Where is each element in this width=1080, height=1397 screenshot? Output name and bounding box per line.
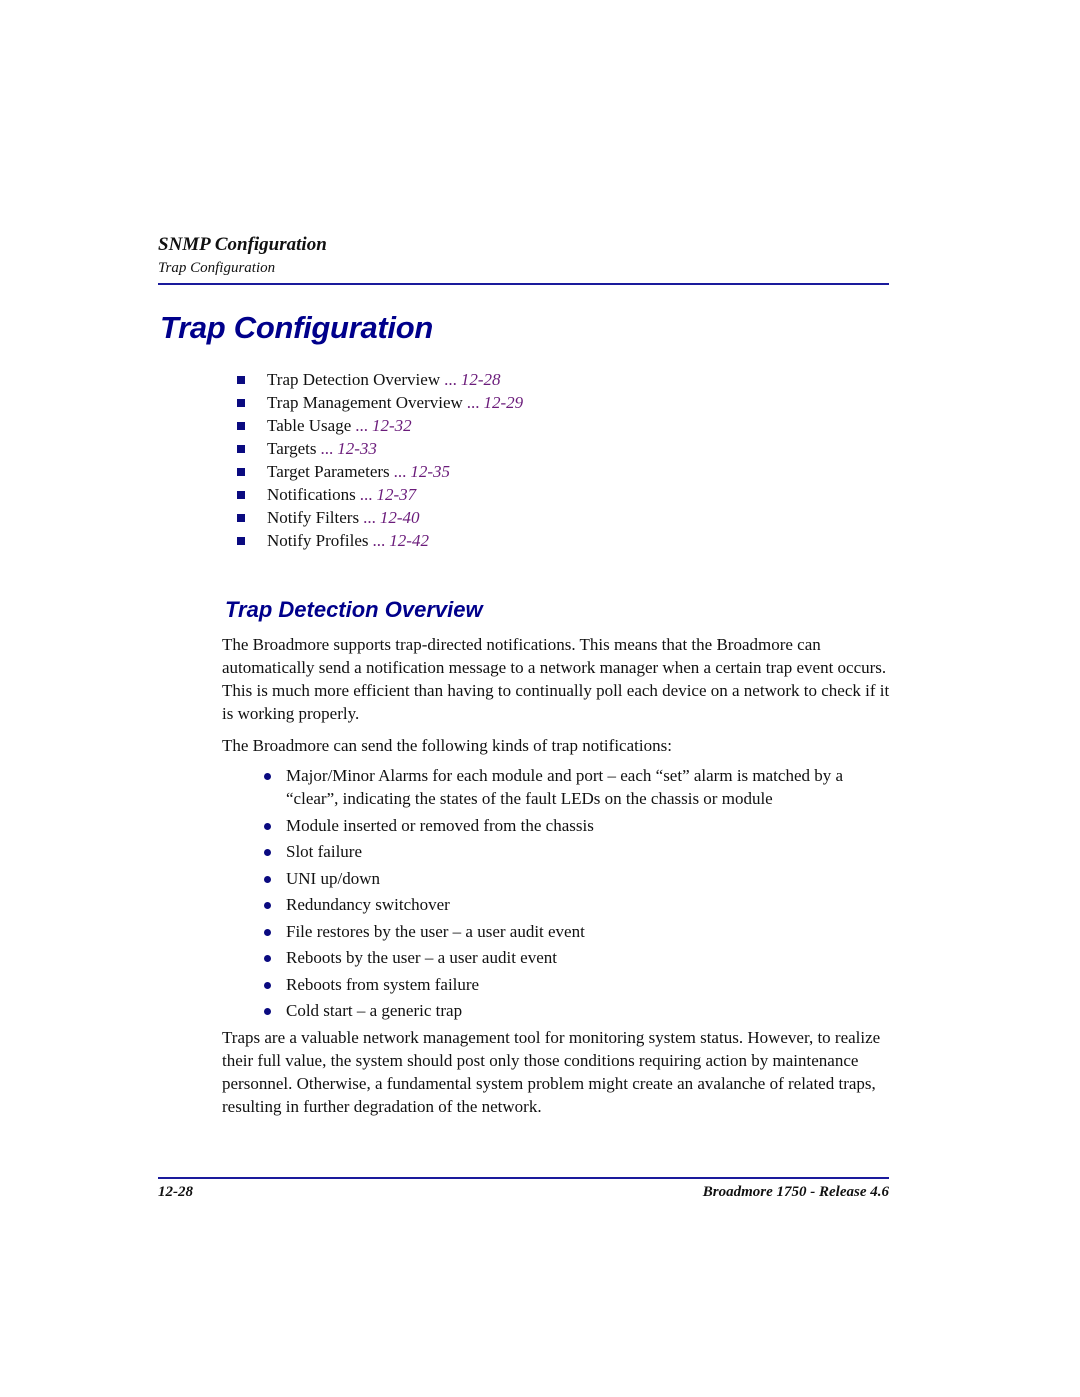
footer-rule xyxy=(158,1177,889,1179)
toc-item[interactable]: Notify Profiles... 12-42 xyxy=(237,529,523,552)
toc-list: Trap Detection Overview... 12-28 Trap Man… xyxy=(237,368,523,552)
round-bullet-icon xyxy=(264,955,271,962)
footer-page-number: 12-28 xyxy=(158,1184,193,1200)
toc-item-label[interactable]: Trap Detection Overview xyxy=(267,368,440,391)
round-bullet-icon xyxy=(264,1008,271,1015)
toc-item-label[interactable]: Trap Management Overview xyxy=(267,391,463,414)
round-bullet-icon xyxy=(264,902,271,909)
toc-item-label[interactable]: Notifications xyxy=(267,483,356,506)
toc-page-link[interactable]: 12-33 xyxy=(337,437,377,460)
toc-page-link[interactable]: 12-40 xyxy=(380,506,420,529)
round-bullet-icon xyxy=(264,928,271,936)
toc-page-link[interactable]: 12-29 xyxy=(484,391,524,414)
toc-leader: ... xyxy=(393,462,407,481)
toc-leader: ... xyxy=(372,531,386,550)
toc-leader: ... xyxy=(359,485,373,504)
toc-item-label[interactable]: Table Usage xyxy=(267,414,351,437)
lead-paragraph: The Broadmore can send the following kin… xyxy=(222,736,672,755)
toc-item[interactable]: Target Parameters... 12-35 xyxy=(237,460,523,483)
toc-leader: ... xyxy=(444,370,457,389)
toc-item-label[interactable]: Notify Filters xyxy=(267,506,359,529)
list-item-text: Reboots from system failure xyxy=(286,974,480,994)
list-item: Reboots by the user – a user audit event xyxy=(262,946,890,969)
toc-page-link[interactable]: 12-35 xyxy=(410,460,450,483)
toc-item[interactable]: Table Usage... 12-32 xyxy=(237,414,523,437)
toc-leader: ... xyxy=(320,439,334,458)
toc-leader: ... xyxy=(466,393,480,412)
list-item: Module inserted or removed from the chas… xyxy=(262,814,890,837)
page-title: Trap Configuration xyxy=(160,310,434,345)
toc-item[interactable]: Notifications... 12-37 xyxy=(237,483,523,506)
list-item-text: File restores by the user – a user audit… xyxy=(286,921,585,941)
square-bullet-icon xyxy=(237,467,245,476)
closing-paragraph: Traps are a valuable network management … xyxy=(222,1028,881,1116)
round-bullet-icon xyxy=(264,875,271,883)
list-item: File restores by the user – a user audit… xyxy=(262,920,890,943)
round-bullet-icon xyxy=(264,773,271,780)
list-item: UNI up/down xyxy=(262,867,890,890)
round-bullet-icon xyxy=(264,849,271,856)
toc-item-label[interactable]: Notify Profiles xyxy=(267,529,369,552)
header-rule xyxy=(158,283,889,285)
toc-item[interactable]: Trap Detection Overview... 12-28 xyxy=(237,368,523,391)
square-bullet-icon xyxy=(237,536,245,545)
toc-leader: ... xyxy=(355,416,368,435)
list-item: Cold start – a generic trap xyxy=(262,999,890,1022)
footer-product: Broadmore 1750 - Release 4.6 xyxy=(702,1184,889,1200)
square-bullet-icon xyxy=(237,513,245,522)
toc-item-label[interactable]: Targets xyxy=(267,437,316,460)
toc-item[interactable]: Targets... 12-33 xyxy=(237,437,523,460)
round-bullet-icon xyxy=(264,822,271,830)
list-item: Redundancy switchover xyxy=(262,893,890,916)
toc-item-label[interactable]: Target Parameters xyxy=(267,460,390,483)
toc-leader: ... xyxy=(363,508,376,527)
list-item: Major/Minor Alarms for each module and p… xyxy=(262,764,890,810)
list-item: Reboots from system failure xyxy=(262,973,890,996)
intro-paragraph: The Broadmore supports trap-directed not… xyxy=(222,635,890,723)
list-item-text: Cold start – a generic trap xyxy=(286,1001,463,1020)
toc-item[interactable]: Trap Management Overview... 12-29 xyxy=(237,391,523,414)
round-bullet-icon xyxy=(264,981,271,989)
trap-kinds-list: Major/Minor Alarms for each module and p… xyxy=(262,764,890,1026)
square-bullet-icon xyxy=(237,421,245,430)
toc-page-link[interactable]: 12-32 xyxy=(372,414,412,437)
list-item-text: Slot failure xyxy=(286,842,363,861)
list-item-text: Module inserted or removed from the chas… xyxy=(286,815,594,835)
list-item-text: Major/Minor Alarms for each module and p… xyxy=(286,766,844,808)
toc-page-link[interactable]: 12-42 xyxy=(389,529,429,552)
toc-page-link[interactable]: 12-28 xyxy=(461,368,501,391)
list-item-text: Reboots by the user – a user audit event xyxy=(286,948,557,967)
toc-item[interactable]: Notify Filters... 12-40 xyxy=(237,506,523,529)
running-header-section: Trap Configuration xyxy=(158,260,276,276)
square-bullet-icon xyxy=(237,375,245,384)
list-item-text: Redundancy switchover xyxy=(286,895,450,914)
square-bullet-icon xyxy=(237,490,245,499)
section-heading: Trap Detection Overview xyxy=(225,597,483,622)
square-bullet-icon xyxy=(237,398,245,407)
running-header-chapter: SNMP Configuration xyxy=(158,234,327,255)
list-item-text: UNI up/down xyxy=(286,868,380,888)
square-bullet-icon xyxy=(237,444,245,453)
list-item: Slot failure xyxy=(262,840,890,863)
toc-page-link[interactable]: 12-37 xyxy=(377,483,417,506)
